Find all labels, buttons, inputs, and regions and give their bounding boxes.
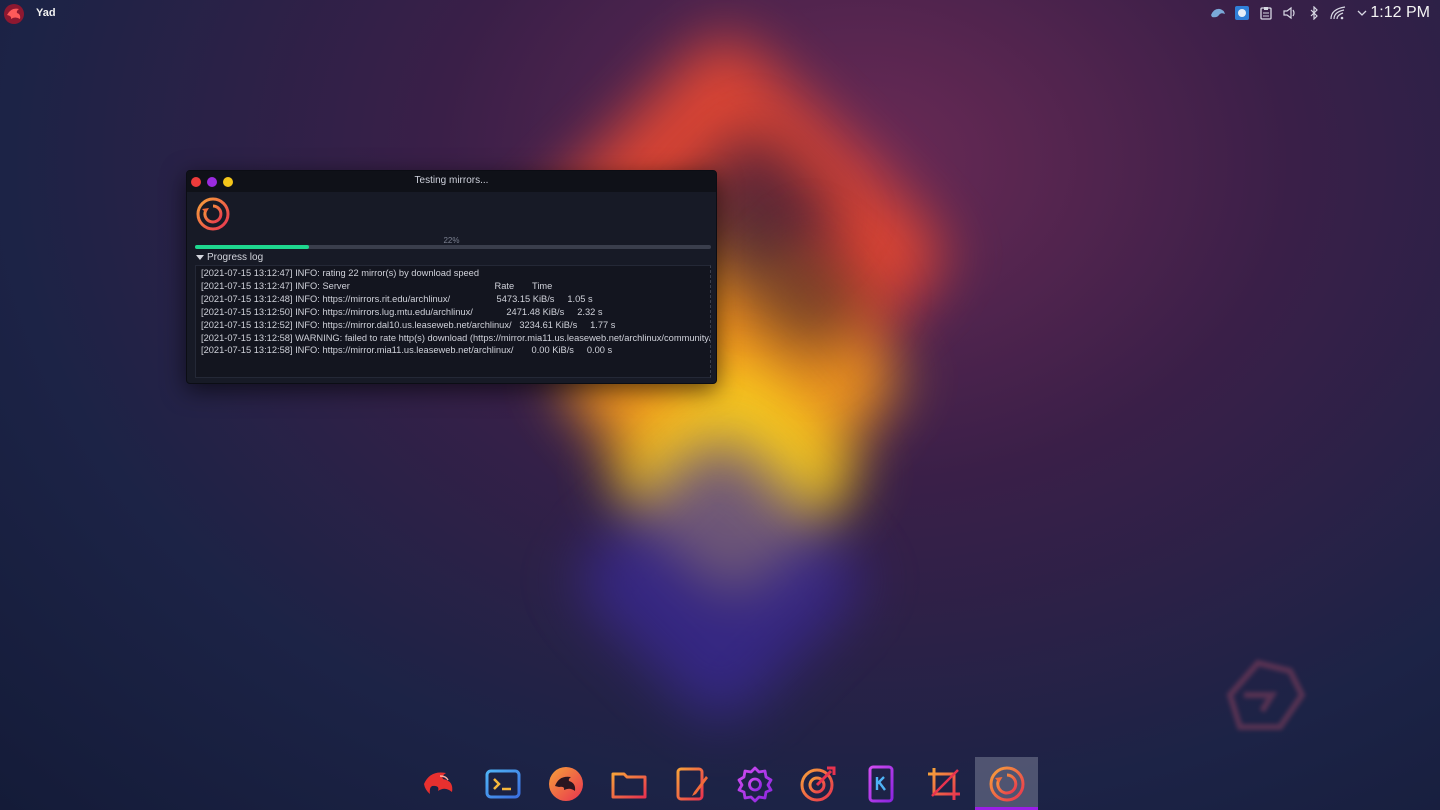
mirror-refresh-icon xyxy=(196,197,230,231)
window-title: Testing mirrors... xyxy=(414,175,489,186)
volume-icon[interactable] xyxy=(1282,5,1298,21)
progress-log-expander[interactable]: Progress log xyxy=(196,252,263,263)
dock-item-terminal[interactable] xyxy=(471,757,534,810)
wifi-icon[interactable] xyxy=(1330,5,1346,21)
folder-icon xyxy=(611,772,646,798)
expander-label: Progress log xyxy=(207,252,264,263)
dock-item-files[interactable] xyxy=(597,757,660,810)
hello-icon[interactable] xyxy=(1210,5,1226,21)
mirror-refresh-icon xyxy=(989,766,1024,801)
progress-percent: 22% xyxy=(443,236,460,245)
system-tray xyxy=(1210,5,1370,21)
target-icon xyxy=(800,766,835,801)
log-line: [2021-07-15 13:12:47] INFO: rating 22 mi… xyxy=(201,268,480,278)
log-line: [2021-07-15 13:12:48] INFO: https://mirr… xyxy=(201,293,593,304)
dock-item-garuda[interactable] xyxy=(408,757,471,810)
garuda-logo-icon[interactable] xyxy=(2,2,26,26)
log-line: [2021-07-15 13:12:50] INFO: https://mirr… xyxy=(201,306,603,317)
bluetooth-icon[interactable] xyxy=(1306,5,1322,21)
dock-item-text-editor[interactable] xyxy=(660,757,723,810)
expander-arrow-icon xyxy=(196,255,204,260)
dock xyxy=(408,757,1038,810)
kde-connect-icon xyxy=(868,765,893,802)
garuda-settings-icon xyxy=(548,766,583,801)
active-app-name: Yad xyxy=(36,7,56,19)
screen-icon[interactable] xyxy=(1234,5,1250,21)
progress-log[interactable]: [2021-07-15 13:12:47] INFO: rating 22 mi… xyxy=(195,265,711,378)
log-line: [2021-07-15 13:12:58] INFO: https://mirr… xyxy=(201,345,613,356)
text-editor-icon xyxy=(676,767,708,800)
clock[interactable]: 1:12 PM xyxy=(1370,4,1430,22)
log-line: [2021-07-15 13:12:58] WARNING: failed to… xyxy=(201,332,710,343)
terminal-icon xyxy=(485,769,520,798)
log-line: [2021-07-15 13:12:52] INFO: https://mirr… xyxy=(201,319,616,330)
progress-bar-fill xyxy=(195,245,309,249)
dock-item-mirror-refresh[interactable] xyxy=(975,757,1038,810)
log-line: [2021-07-15 13:12:47] INFO: Server Rate … xyxy=(201,280,553,291)
garuda-icon xyxy=(423,771,452,794)
wallpaper-logo-icon xyxy=(1226,659,1306,730)
crop-icon xyxy=(927,767,960,800)
progress-bar xyxy=(195,245,711,249)
top-panel: Yad 1:12 PM xyxy=(0,0,1440,28)
testing-mirrors-dialog: Testing mirrors... 22% Progress log [202… xyxy=(186,170,717,384)
dock-item-target[interactable] xyxy=(786,757,849,810)
clipboard-icon[interactable] xyxy=(1258,5,1274,21)
desktop-wallpaper xyxy=(0,0,1440,810)
window-titlebar[interactable]: Testing mirrors... xyxy=(187,171,716,192)
dock-item-garuda-settings[interactable] xyxy=(534,757,597,810)
dock-item-crop[interactable] xyxy=(912,757,975,810)
dock-item-settings[interactable] xyxy=(723,757,786,810)
expand-arrow-icon[interactable] xyxy=(1354,5,1370,21)
dock-item-kde-connect[interactable] xyxy=(849,757,912,810)
settings-icon xyxy=(737,766,772,802)
